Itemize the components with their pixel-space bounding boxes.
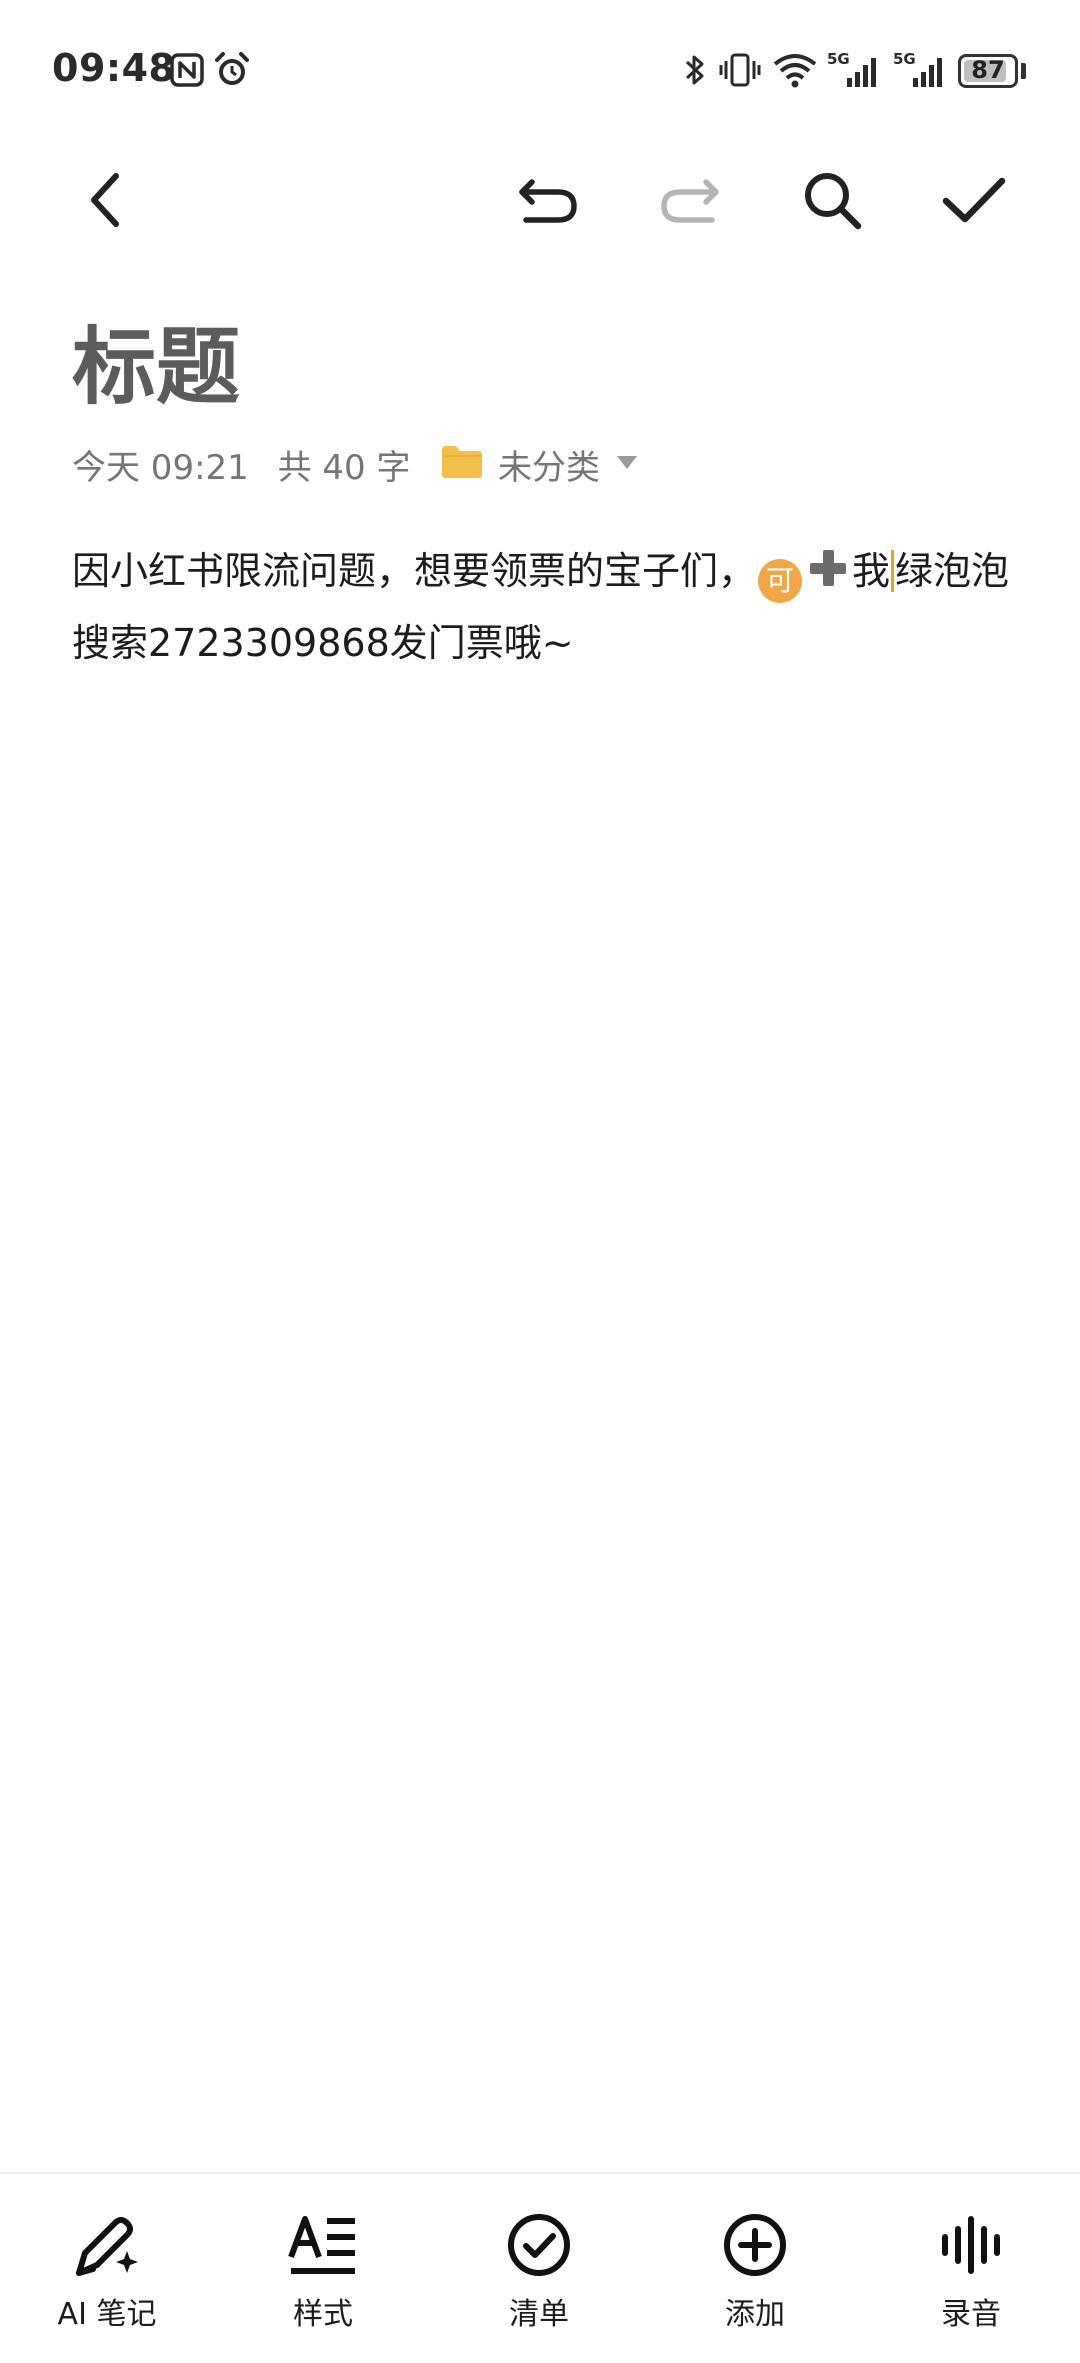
style-button[interactable]: 样式 xyxy=(248,2205,398,2335)
style-label: 样式 xyxy=(293,2297,353,2332)
signal-2-icon: 5G xyxy=(892,50,952,90)
nfc-icon xyxy=(168,50,206,90)
check-icon xyxy=(942,177,1006,223)
checklist-icon xyxy=(508,2214,570,2276)
battery-level: 87 xyxy=(971,56,1005,84)
status-time: 09:48 xyxy=(52,46,176,90)
battery-tip xyxy=(1021,63,1026,79)
bottom-divider xyxy=(0,2172,1080,2174)
status-bar: 09:48 5G 5G 87 xyxy=(0,0,1080,145)
alarm-icon xyxy=(212,50,252,90)
undo-button[interactable] xyxy=(508,160,588,240)
checklist-button[interactable]: 清单 xyxy=(464,2205,614,2335)
ke-emoji-icon: 可 xyxy=(758,559,803,603)
bluetooth-icon xyxy=(680,50,710,90)
voice-label: 录音 xyxy=(941,2297,1001,2332)
ai-note-label: AI 笔记 xyxy=(57,2297,157,2332)
voice-icon xyxy=(942,2216,1000,2274)
svg-text:5G: 5G xyxy=(893,50,916,68)
undo-icon xyxy=(519,179,577,223)
signal-1-icon: 5G xyxy=(826,50,886,90)
redo-button[interactable] xyxy=(650,160,730,240)
note-date: 今天 09:21 xyxy=(72,448,249,488)
battery-icon: 87 xyxy=(958,54,1018,88)
ai-pen-icon xyxy=(76,2217,138,2276)
note-word-count: 共 40 字 xyxy=(277,448,411,488)
wifi-icon xyxy=(770,50,820,90)
text-style-icon xyxy=(288,2216,355,2274)
folder-icon[interactable] xyxy=(440,444,484,480)
add-icon xyxy=(724,2214,786,2276)
back-icon xyxy=(91,173,119,227)
note-body[interactable]: 因小红书限流问题，想要领票的宝子们，可我绿泡泡搜索2723309868发门票哦~ xyxy=(72,535,1012,679)
body-text-part1: 因小红书限流问题，想要领票的宝子们， xyxy=(72,549,757,593)
note-title[interactable]: 标题 xyxy=(72,300,240,421)
voice-button[interactable]: 录音 xyxy=(896,2205,1046,2335)
checklist-label: 清单 xyxy=(509,2297,569,2332)
network-label-1: 5G xyxy=(827,50,850,68)
back-button[interactable] xyxy=(66,160,146,240)
note-meta: 今天 09:21 共 40 字 xyxy=(72,440,429,489)
plus-emoji-icon xyxy=(806,546,850,590)
body-text-part2: 我 xyxy=(852,549,891,593)
redo-icon xyxy=(661,179,719,223)
chevron-down-icon[interactable] xyxy=(617,456,637,469)
add-label: 添加 xyxy=(725,2297,785,2332)
search-button[interactable] xyxy=(792,160,872,240)
vibrate-icon xyxy=(718,50,762,90)
add-button[interactable]: 添加 xyxy=(680,2205,830,2335)
ai-note-button[interactable]: AI 笔记 xyxy=(32,2205,182,2335)
category-selector[interactable]: 未分类 xyxy=(498,440,600,489)
text-cursor xyxy=(891,550,895,592)
search-icon xyxy=(805,173,862,230)
confirm-button[interactable] xyxy=(934,160,1014,240)
